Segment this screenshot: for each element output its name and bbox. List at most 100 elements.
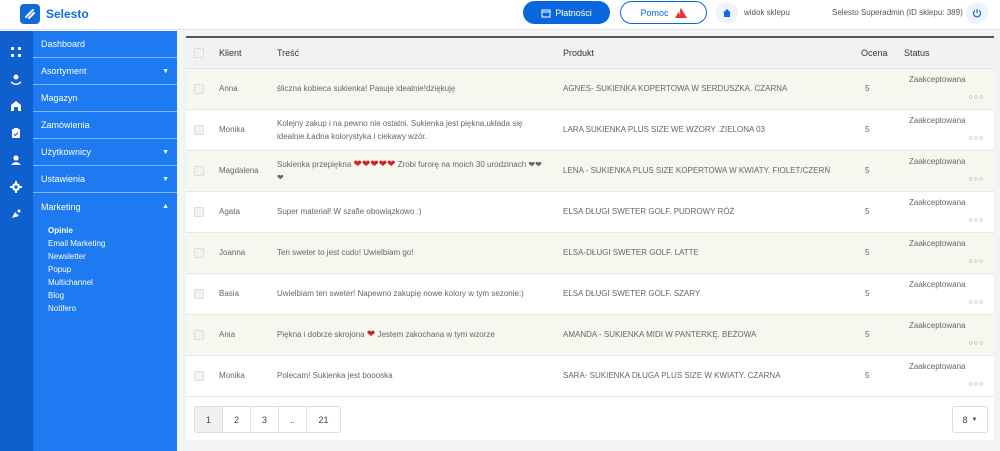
more-options-icon[interactable]: ○○○ bbox=[968, 255, 984, 268]
status-cell: Zaakceptowana ○○○ bbox=[904, 355, 994, 397]
more-options-icon[interactable]: ○○○ bbox=[968, 173, 984, 186]
row-checkbox[interactable] bbox=[194, 83, 204, 94]
product-cell: AMANDA - SUKIENKA MIDI W PANTERKĘ. BEŻOW… bbox=[556, 314, 861, 356]
page-1-button[interactable]: 1 bbox=[195, 407, 223, 432]
submenu-item-notifero[interactable]: Notifero bbox=[48, 302, 177, 315]
table-row[interactable]: Magdalena Sukienka przepiękna ❤❤❤❤❤ Zrobi… bbox=[186, 150, 994, 192]
dashboard-icon[interactable] bbox=[9, 45, 23, 59]
rating-cell: 5 bbox=[861, 109, 904, 151]
marketing-icon[interactable] bbox=[9, 207, 23, 221]
table-row[interactable]: Monika Polecam! Sukienka jest boooska SARA… bbox=[186, 355, 994, 397]
product-cell: LARA SUKIENKA PLUS SIZE WE WZORY .ZIELON… bbox=[556, 109, 861, 151]
sidebar-item-settings[interactable]: Ustawienia ▼ bbox=[33, 166, 177, 193]
rating-cell: 5 bbox=[861, 273, 904, 315]
product-cell: ELSA DŁUGI SWETER GOLF. SZARY bbox=[556, 273, 861, 315]
column-header-status[interactable]: Status bbox=[904, 38, 994, 69]
sidebar-item-users[interactable]: Użytkownicy ▼ bbox=[33, 139, 177, 166]
table-row[interactable]: Basia Uwielbiam ten sweter! Napewno zakup… bbox=[186, 273, 994, 315]
logout-button[interactable] bbox=[966, 2, 988, 24]
rating-cell: 5 bbox=[861, 150, 904, 192]
client-cell: Ania bbox=[212, 314, 271, 356]
table-row[interactable]: Ania Piękna i dobrze skrojona ❤ Jestem za… bbox=[186, 314, 994, 356]
sidebar-item-warehouse[interactable]: Magazyn bbox=[33, 85, 177, 112]
review-text: Super materiał! W szafie obowiązkowo :) bbox=[277, 207, 422, 216]
submenu-item-multichannel[interactable]: Multichannel bbox=[48, 276, 177, 289]
rating-cell: 5 bbox=[861, 191, 904, 233]
content-cell: Kolejny zakup i na pewno nie ostatni. Su… bbox=[271, 109, 556, 151]
status-text: Zaakceptowana bbox=[909, 115, 966, 125]
sidebar-item-label: Marketing bbox=[41, 201, 81, 212]
row-checkbox[interactable] bbox=[194, 370, 204, 381]
page-3-button[interactable]: 3 bbox=[251, 407, 279, 432]
settings-gear-icon[interactable] bbox=[9, 180, 23, 194]
client-cell: Anna bbox=[212, 68, 271, 110]
row-select-cell bbox=[186, 232, 212, 274]
submenu-item-blog[interactable]: Blog bbox=[48, 289, 177, 302]
content-cell: Ten sweter to jest cudo! Uwielbiam go! bbox=[271, 232, 556, 274]
caret-down-icon: ▼ bbox=[162, 175, 169, 183]
client-cell: Basia bbox=[212, 273, 271, 315]
client-cell: Monika bbox=[212, 355, 271, 397]
row-checkbox[interactable] bbox=[194, 329, 204, 340]
shop-view-link[interactable]: widok sklepu bbox=[744, 8, 790, 17]
shop-view-button[interactable] bbox=[716, 2, 738, 24]
help-label: Pomoc bbox=[640, 7, 669, 18]
selesto-logo[interactable]: Selesto bbox=[20, 3, 89, 25]
page-2-button[interactable]: 2 bbox=[223, 407, 251, 432]
orders-icon[interactable] bbox=[9, 126, 23, 140]
sidebar: Dashboard Asortyment ▼ Magazyn Zamówieni… bbox=[0, 31, 177, 451]
sidebar-item-label: Zamówienia bbox=[41, 120, 90, 130]
review-text: Polecam! Sukienka jest boooska bbox=[277, 371, 393, 380]
submenu-item-reviews[interactable]: Opinie bbox=[48, 224, 177, 237]
pagination: 1 2 3 .. 21 bbox=[194, 406, 341, 433]
users-icon[interactable] bbox=[9, 153, 23, 167]
select-all-checkbox[interactable] bbox=[194, 47, 204, 58]
submenu-item-popup[interactable]: Popup bbox=[48, 263, 177, 276]
status-text: Zaakceptowana bbox=[909, 74, 966, 84]
more-options-icon[interactable]: ○○○ bbox=[968, 337, 984, 350]
more-options-icon[interactable]: ○○○ bbox=[968, 378, 984, 391]
warning-icon bbox=[674, 7, 687, 18]
sidebar-item-label: Asortyment bbox=[41, 66, 87, 76]
rating-cell: 5 bbox=[861, 314, 904, 356]
sidebar-item-marketing[interactable]: Marketing ▲ bbox=[33, 193, 177, 220]
product-cell: ELSA DŁUGI SWETER GOLF. PUDROWY RÓŻ bbox=[556, 191, 861, 233]
page-ellipsis: .. bbox=[279, 407, 307, 432]
warehouse-icon[interactable] bbox=[9, 99, 23, 113]
help-button[interactable]: Pomoc bbox=[620, 1, 707, 24]
sidebar-item-assortment[interactable]: Asortyment ▼ bbox=[33, 58, 177, 85]
more-options-icon[interactable]: ○○○ bbox=[968, 296, 984, 309]
sidebar-item-orders[interactable]: Zamówienia bbox=[33, 112, 177, 139]
table-row[interactable]: Joanna Ten sweter to jest cudo! Uwielbiam… bbox=[186, 232, 994, 274]
table-row[interactable]: Anna śliczna kobieca sukienka! Pasuje ide… bbox=[186, 68, 994, 110]
select-all-cell bbox=[186, 38, 212, 69]
page-last-button[interactable]: 21 bbox=[307, 407, 340, 432]
payments-button[interactable]: Płatności bbox=[523, 1, 610, 24]
table-row[interactable]: Agata Super materiał! W szafie obowiązkow… bbox=[186, 191, 994, 233]
row-checkbox[interactable] bbox=[194, 247, 204, 258]
more-options-icon[interactable]: ○○○ bbox=[968, 214, 984, 227]
rating-cell: 5 bbox=[861, 355, 904, 397]
sidebar-item-dashboard[interactable]: Dashboard bbox=[33, 31, 177, 58]
more-options-icon[interactable]: ○○○ bbox=[968, 91, 984, 104]
row-checkbox[interactable] bbox=[194, 206, 204, 217]
row-select-cell bbox=[186, 314, 212, 356]
column-header-content[interactable]: Treść bbox=[271, 38, 556, 69]
status-text: Zaakceptowana bbox=[909, 197, 966, 207]
content-cell: Polecam! Sukienka jest boooska bbox=[271, 355, 556, 397]
per-page-select[interactable]: 8 ▼ bbox=[952, 406, 988, 433]
submenu-item-email-marketing[interactable]: Email Marketing bbox=[48, 237, 177, 250]
column-header-client[interactable]: Klient bbox=[212, 38, 271, 69]
status-cell: Zaakceptowana ○○○ bbox=[904, 273, 994, 315]
sidebar-item-label: Magazyn bbox=[41, 93, 78, 103]
assortment-icon[interactable] bbox=[9, 72, 23, 86]
table-row[interactable]: Monika Kolejny zakup i na pewno nie ostat… bbox=[186, 109, 994, 151]
column-header-product[interactable]: Produkt bbox=[556, 38, 861, 69]
column-header-rating[interactable]: Ocena bbox=[861, 38, 904, 69]
more-options-icon[interactable]: ○○○ bbox=[968, 132, 984, 145]
row-checkbox[interactable] bbox=[194, 288, 204, 299]
row-checkbox[interactable] bbox=[194, 165, 204, 176]
submenu-item-newsletter[interactable]: Newsletter bbox=[48, 250, 177, 263]
rating-cell: 5 bbox=[861, 232, 904, 274]
row-checkbox[interactable] bbox=[194, 124, 204, 135]
